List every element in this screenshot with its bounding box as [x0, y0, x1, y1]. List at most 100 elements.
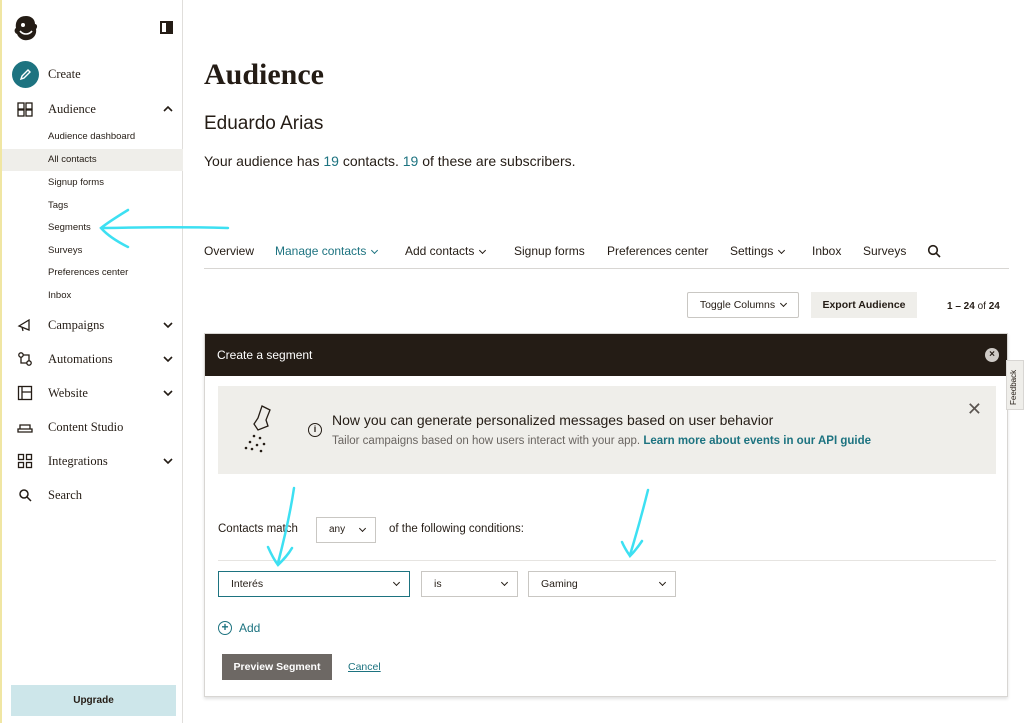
sidebar-item-website[interactable]: Website: [16, 382, 176, 404]
add-label: Add: [239, 621, 261, 635]
upgrade-button[interactable]: Upgrade: [11, 685, 176, 716]
tab-preferences-center[interactable]: Preferences center: [607, 244, 708, 258]
close-icon[interactable]: ×: [985, 348, 999, 362]
sidebar-item-integrations[interactable]: Integrations: [16, 450, 176, 472]
sidebar: Create Audience Audience dashboard All c…: [0, 0, 183, 723]
collapse-sidebar-icon[interactable]: [160, 21, 173, 34]
match-mode-value: any: [329, 524, 346, 535]
plus-circle-icon: +: [218, 621, 232, 635]
chevron-down-icon: [780, 299, 788, 307]
tab-label: Settings: [730, 244, 774, 258]
sidebar-item-content-studio[interactable]: Content Studio: [16, 416, 176, 438]
tab-label: Inbox: [812, 244, 842, 258]
sidebar-subitem-signup-forms[interactable]: Signup forms: [2, 172, 183, 194]
sidebar-item-create[interactable]: Create: [12, 61, 81, 88]
close-icon[interactable]: ✕: [967, 400, 982, 418]
chevron-down-icon: [479, 246, 487, 255]
search-icon[interactable]: [927, 244, 941, 258]
chevron-down-icon: [392, 578, 401, 587]
match-after-label: of the following conditions:: [389, 523, 524, 535]
sidebar-item-label: Search: [48, 487, 83, 502]
chevron-down-icon: [358, 524, 367, 533]
preview-segment-button[interactable]: Preview Segment: [222, 654, 332, 680]
sidebar-subitem-audience-dashboard[interactable]: Audience dashboard: [2, 126, 183, 148]
chevron-down-icon: [778, 246, 786, 255]
sidebar-item-label: Audience: [48, 101, 96, 116]
chevron-down-icon: [658, 578, 667, 587]
add-condition-button[interactable]: + Add: [218, 621, 260, 635]
subscribers-count[interactable]: 19: [403, 153, 419, 169]
search-icon: [16, 486, 34, 504]
sidebar-item-label: Campaigns: [48, 317, 105, 332]
export-audience-button[interactable]: Export Audience: [811, 292, 917, 318]
sidebar-subitem-surveys[interactable]: Surveys: [2, 240, 183, 262]
hand-sprinkle-illustration-icon: [244, 405, 271, 453]
tab-add-contacts[interactable]: Add contacts: [405, 244, 487, 258]
segment-title: Create a segment: [217, 348, 313, 362]
sidebar-item-label: Integrations: [48, 453, 108, 468]
sidebar-subitem-all-contacts[interactable]: All contacts: [2, 149, 183, 171]
tab-surveys[interactable]: Surveys: [863, 244, 906, 258]
megaphone-icon: [16, 316, 34, 334]
info-icon: i: [308, 423, 322, 437]
match-label: Contacts match: [218, 523, 298, 535]
summary-mid: contacts.: [338, 153, 403, 169]
toggle-columns-button[interactable]: Toggle Columns: [687, 292, 799, 318]
chevron-down-icon: [163, 390, 173, 397]
condition-value-select[interactable]: Gaming: [528, 571, 676, 597]
mailchimp-logo-icon[interactable]: [12, 13, 40, 43]
sidebar-subitem-segments[interactable]: Segments: [2, 217, 183, 239]
tab-label: Manage contacts: [275, 244, 367, 258]
tab-manage-contacts[interactable]: Manage contacts: [275, 244, 379, 258]
content-studio-icon: [16, 418, 34, 436]
condition-field-value: Interés: [231, 578, 264, 590]
sidebar-subitem-preferences-center[interactable]: Preferences center: [2, 262, 183, 284]
tab-inbox[interactable]: Inbox: [812, 244, 841, 258]
match-row: Contacts match any of the following cond…: [218, 517, 996, 561]
condition-field-select[interactable]: Interés: [218, 571, 410, 597]
pagination-summary: 1 – 24 of 24: [947, 301, 1000, 312]
sidebar-item-audience[interactable]: Audience: [16, 98, 176, 120]
audience-icon: [16, 100, 34, 118]
condition-operator-select[interactable]: is: [421, 571, 518, 597]
sidebar-item-search[interactable]: Search: [16, 484, 176, 506]
cancel-link[interactable]: Cancel: [348, 661, 381, 673]
pager-range: 1 – 24: [947, 301, 975, 312]
sidebar-subitem-tags[interactable]: Tags: [2, 195, 183, 217]
tab-overview[interactable]: Overview: [204, 244, 254, 258]
sidebar-item-label: Create: [48, 67, 81, 81]
tab-settings[interactable]: Settings: [730, 244, 786, 258]
tab-signup-forms[interactable]: Signup forms: [514, 244, 585, 258]
sidebar-subitem-inbox[interactable]: Inbox: [2, 285, 183, 307]
sidebar-item-automations[interactable]: Automations: [16, 348, 176, 370]
sidebar-item-label: Content Studio: [48, 419, 124, 434]
audience-name: Eduardo Arias: [204, 113, 324, 134]
sidebar-item-label: Website: [48, 385, 88, 400]
pencil-icon: [12, 61, 39, 88]
create-segment-panel: Create a segment × i Now you can generat…: [204, 333, 1008, 697]
banner-title: Now you can generate personalized messag…: [332, 412, 774, 428]
tab-label: Add contacts: [405, 244, 475, 258]
pager-of: of: [974, 301, 989, 312]
chevron-down-icon: [163, 458, 173, 465]
contacts-count[interactable]: 19: [323, 153, 339, 169]
summary-suffix: of these are subscribers.: [418, 153, 576, 169]
audience-summary: Your audience has 19 contacts. 19 of the…: [204, 153, 576, 169]
chevron-down-icon: [163, 322, 173, 329]
pager-total: 24: [988, 301, 1000, 312]
page-title: Audience: [204, 58, 324, 91]
banner-body: Tailor campaigns based on how users inte…: [332, 435, 644, 447]
website-icon: [16, 384, 34, 402]
main-content: Audience Eduardo Arias Your audience has…: [183, 0, 1024, 723]
condition-operator-value: is: [434, 578, 442, 590]
feedback-label: Feedback: [1009, 369, 1018, 405]
summary-prefix: Your audience has: [204, 153, 324, 169]
sidebar-item-label: Automations: [48, 351, 113, 366]
chevron-down-icon: [163, 356, 173, 363]
match-mode-select[interactable]: any: [316, 517, 376, 543]
api-guide-link[interactable]: Learn more about events in our API guide: [643, 435, 871, 447]
automations-icon: [16, 350, 34, 368]
feedback-tab[interactable]: Feedback: [1006, 360, 1024, 410]
toggle-columns-label: Toggle Columns: [699, 299, 776, 311]
sidebar-item-campaigns[interactable]: Campaigns: [16, 314, 176, 336]
